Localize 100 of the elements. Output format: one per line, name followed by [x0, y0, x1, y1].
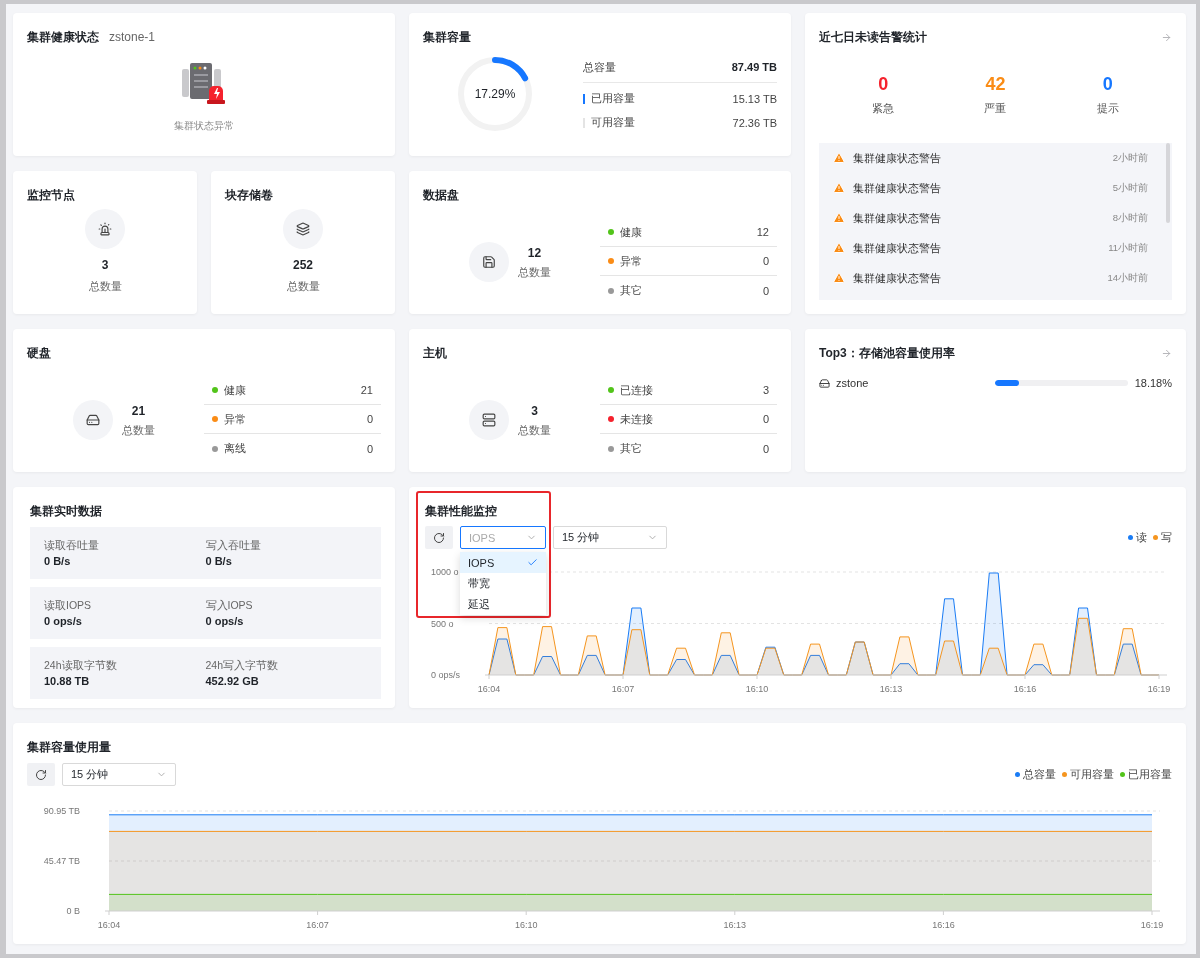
arrow-right-icon[interactable]	[1161, 347, 1172, 359]
status-label: 异常	[620, 253, 643, 269]
y-axis-label: 90.95 TB	[43, 806, 80, 816]
legend-value: 72.36 TB	[732, 116, 777, 129]
refresh-icon	[35, 768, 47, 781]
metric-label: 写入IOPS	[205, 597, 254, 612]
legend-value: 87.49 TB	[731, 61, 777, 73]
status-label: 离线	[224, 441, 247, 456]
count-label: 总数量	[88, 279, 122, 293]
menu-option[interactable]: IOPS	[460, 552, 546, 573]
status-label: 其它	[620, 441, 643, 456]
status-count: 0	[366, 442, 373, 455]
alert-text[interactable]: 集群健康状态警告	[853, 180, 1105, 196]
arrow-right-icon[interactable]	[1161, 31, 1172, 43]
alert-level-label: 紧急	[872, 101, 895, 115]
status-count: 3	[762, 384, 769, 396]
alert-level-label: 提示	[1096, 101, 1119, 115]
status-count: 21	[360, 384, 373, 396]
legend-label: 已用容量	[591, 91, 636, 106]
status-label: 健康	[620, 224, 643, 240]
x-axis-label: 16:10	[745, 684, 769, 694]
metric-value: 0 B/s	[205, 553, 233, 569]
usage-percent: 18.18%	[1133, 377, 1172, 389]
alert-count: 0	[1102, 73, 1113, 95]
card-title: 集群性能监控	[425, 502, 497, 520]
count-label: 总数量	[518, 422, 551, 437]
alert-time: 2小时前	[1112, 151, 1148, 165]
status-label: 异常	[224, 411, 247, 427]
alert-text[interactable]: 集群健康状态警告	[853, 150, 1105, 166]
card-title: 集群容量使用量	[27, 738, 111, 756]
alert-count: 42	[985, 73, 1006, 95]
total-count: 21	[131, 402, 146, 419]
pool-name: zstone	[836, 377, 869, 389]
x-axis-label: 16:10	[514, 920, 538, 930]
legend-label: 可用容量	[591, 115, 636, 130]
card-title: 硬盘	[27, 344, 51, 362]
check-icon	[527, 557, 538, 568]
card-title: 近七日未读告警统计	[819, 28, 927, 46]
y-axis-label: 500 o	[431, 618, 454, 629]
metric-value: 0 B/s	[44, 553, 72, 569]
metric-label: 写入吞吐量	[205, 537, 262, 552]
legend-label[interactable]: 可用容量	[1070, 767, 1114, 782]
alert-text[interactable]: 集群健康状态警告	[853, 270, 1100, 286]
warning-icon	[833, 212, 845, 224]
alert-level-label: 严重	[984, 101, 1007, 115]
count-label: 总数量	[286, 279, 320, 293]
metric-value: 0 ops/s	[44, 613, 83, 629]
menu-option[interactable]: 延迟	[460, 594, 546, 615]
x-axis-label: 16:13	[879, 684, 903, 694]
total-count: 12	[527, 244, 542, 261]
status-label: 未连接	[620, 411, 654, 427]
metric-label: 读取吞吐量	[44, 537, 100, 552]
legend-label[interactable]: 已用容量	[1128, 767, 1172, 782]
metric-label: 24h读取字节数	[44, 657, 118, 672]
card-title: 集群健康状态	[27, 28, 99, 46]
refresh-button[interactable]	[27, 763, 55, 786]
x-axis-label: 16:04	[477, 684, 501, 694]
status-count: 0	[762, 413, 769, 425]
card-title: 块存储卷	[225, 186, 273, 204]
alert-count: 0	[878, 73, 889, 95]
legend-value: 15.13 TB	[732, 92, 777, 105]
y-axis-label: 0 ops/s	[431, 670, 461, 680]
legend-label[interactable]: 写	[1161, 530, 1172, 545]
warning-icon	[833, 152, 845, 164]
y-axis-label: 45.47 TB	[43, 856, 80, 866]
count-label: 总数量	[122, 422, 155, 437]
card-title: 主机	[423, 344, 447, 362]
warning-icon	[833, 242, 845, 254]
x-axis-label: 16:16	[932, 920, 955, 930]
x-axis-label: 16:07	[611, 684, 635, 694]
status-label: 健康	[224, 382, 247, 398]
status-count: 0	[762, 284, 769, 297]
layers-icon	[283, 209, 323, 249]
card-title: Top3：存储池容量使用率	[819, 344, 955, 362]
alert-time: 14小时前	[1107, 271, 1148, 285]
card-title: 集群实时数据	[30, 502, 102, 520]
x-axis-label: 16:13	[723, 920, 747, 930]
warning-icon	[833, 272, 845, 284]
y-axis-label: 1000 o	[431, 567, 459, 577]
metric-label: 读取IOPS	[44, 597, 93, 612]
alert-time: 5小时前	[1112, 181, 1148, 195]
count-label: 总数量	[518, 264, 551, 279]
alert-time: 11小时前	[1108, 241, 1148, 255]
legend-label[interactable]: 总容量	[1023, 767, 1056, 782]
legend-label[interactable]: 读	[1136, 530, 1147, 545]
refresh-icon	[433, 531, 445, 544]
hard-drive-icon	[819, 377, 830, 389]
alert-text[interactable]: 集群健康状态警告	[853, 210, 1105, 226]
range-select[interactable]: 15 分钟	[62, 763, 176, 786]
status-label: 其它	[620, 283, 643, 298]
alert-text[interactable]: 集群健康状态警告	[853, 240, 1101, 256]
cluster-name: zstone-1	[109, 30, 156, 44]
alert-time: 8小时前	[1112, 211, 1148, 225]
menu-option[interactable]: 带宽	[460, 573, 546, 594]
status-count: 0	[762, 442, 769, 455]
refresh-button[interactable]	[425, 526, 453, 549]
total-count: 3	[101, 257, 109, 273]
range-select[interactable]: 15 分钟	[553, 526, 667, 549]
x-axis-label: 16:19	[1147, 684, 1171, 694]
metric-value: 0 ops/s	[205, 613, 245, 629]
